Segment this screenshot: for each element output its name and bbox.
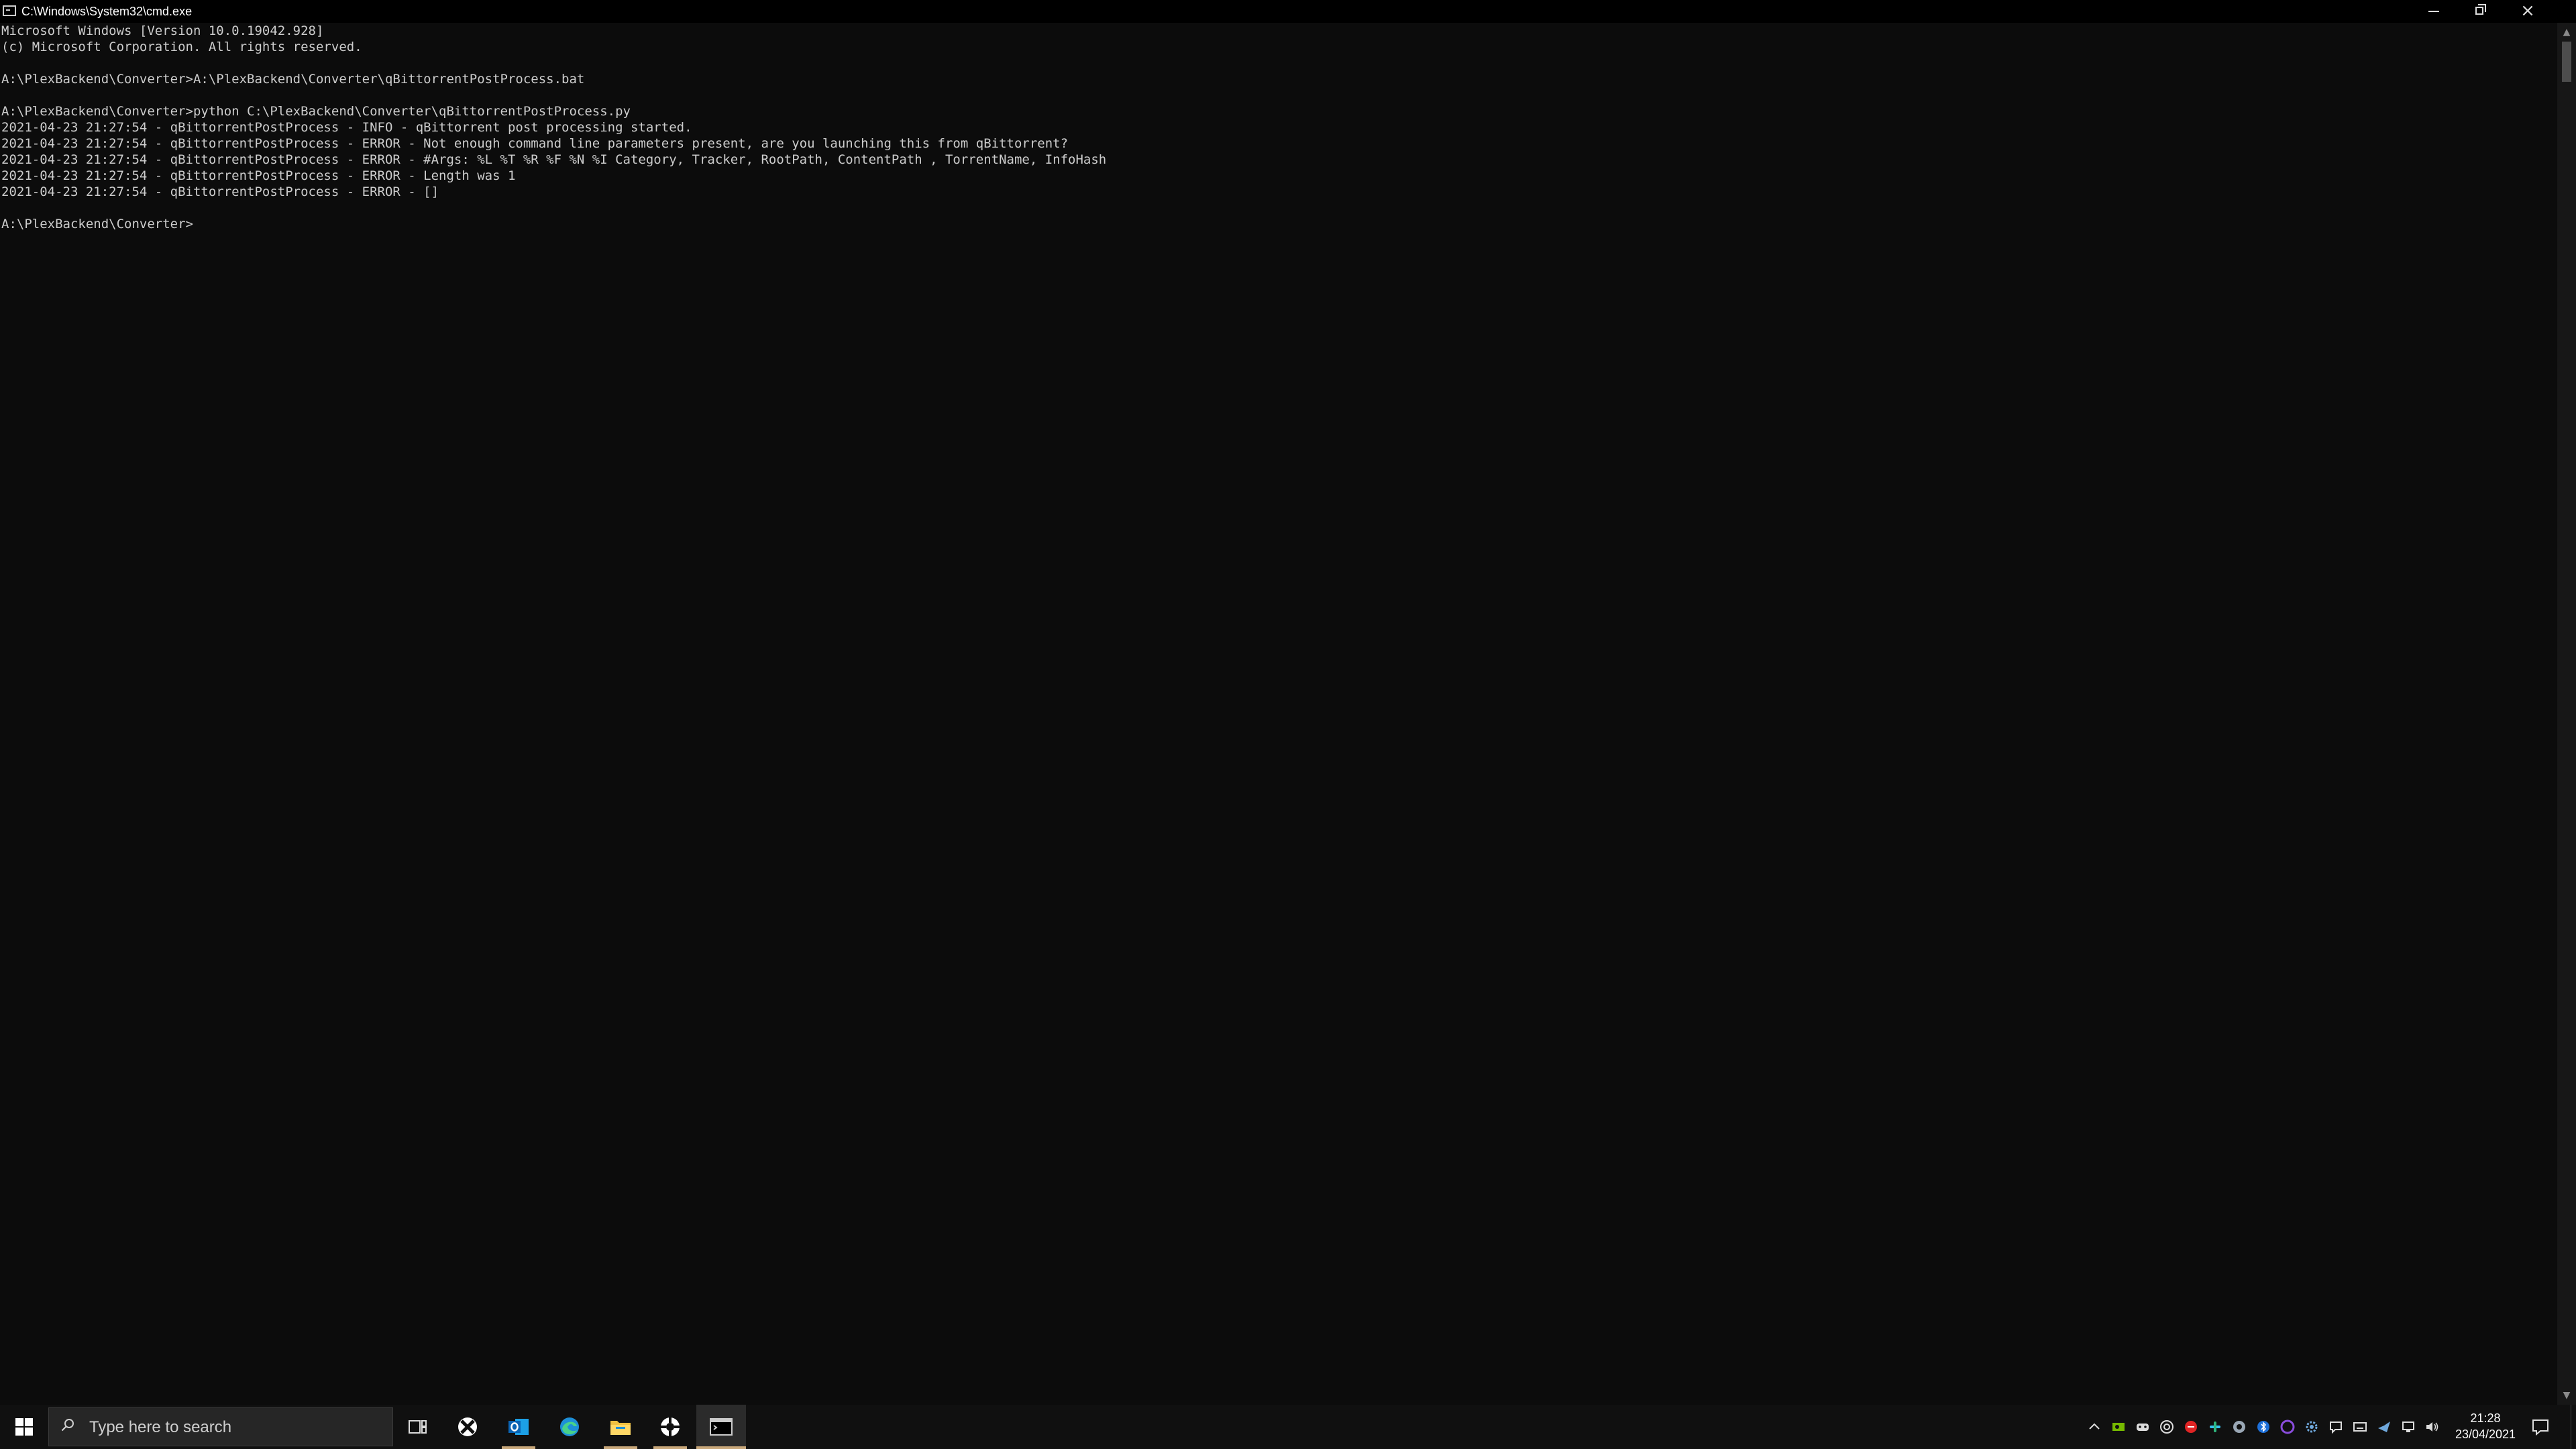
taskbar: 21:28 23/04/2021 <box>0 1405 2576 1449</box>
red-app-icon[interactable] <box>2183 1419 2199 1435</box>
running-indicator <box>696 1446 746 1449</box>
scroll-thumb[interactable] <box>2562 42 2571 82</box>
outlook-icon <box>508 1419 529 1435</box>
generic-app-icon[interactable] <box>2231 1419 2247 1435</box>
xbox-icon <box>458 1417 477 1436</box>
console-line: 2021-04-23 21:27:54 - qBittorrentPostPro… <box>1 184 439 199</box>
task-view-button[interactable] <box>393 1405 443 1449</box>
file-explorer-icon <box>610 1421 631 1435</box>
lifebuoy-icon <box>661 1417 680 1436</box>
taskbar-app-xbox[interactable] <box>443 1405 492 1449</box>
nvidia-icon[interactable] <box>2110 1419 2127 1435</box>
cmd-icon <box>710 1418 733 1436</box>
restore-button[interactable] <box>2457 0 2504 23</box>
clock-date: 23/04/2021 <box>2455 1428 2516 1441</box>
close-button[interactable]: × <box>2504 0 2551 23</box>
scroll-up-arrow[interactable]: ▲ <box>2557 23 2576 42</box>
taskbar-clock[interactable]: 21:28 23/04/2021 <box>2435 1410 2536 1442</box>
console-prompt[interactable]: A:\PlexBackend\Converter> <box>0 216 2557 232</box>
console-output[interactable]: Microsoft Windows [Version 10.0.19042.92… <box>0 23 2557 1405</box>
console-line: 2021-04-23 21:27:54 - qBittorrentPostPro… <box>1 152 1107 167</box>
settings-icon[interactable] <box>2304 1419 2320 1435</box>
gamepad-icon[interactable] <box>2135 1419 2151 1435</box>
window-title: C:\Windows\System32\cmd.exe <box>21 5 193 18</box>
start-button[interactable] <box>0 1405 48 1449</box>
chevron-up-icon[interactable] <box>2086 1419 2102 1435</box>
running-indicator <box>653 1446 687 1449</box>
search-input[interactable] <box>88 1408 386 1447</box>
scroll-down-arrow[interactable]: ▼ <box>2557 1386 2576 1405</box>
console-line: (c) Microsoft Corporation. All rights re… <box>1 40 362 54</box>
purple-app-icon[interactable] <box>2279 1419 2296 1435</box>
notification-center-icon[interactable] <box>2530 1417 2551 1437</box>
minimize-button[interactable] <box>2410 0 2457 23</box>
taskbar-app-edge[interactable] <box>545 1405 594 1449</box>
keyboard-icon[interactable] <box>2352 1419 2368 1435</box>
steam-like-icon[interactable] <box>2159 1419 2175 1435</box>
console-line: Microsoft Windows [Version 10.0.19042.92… <box>1 23 324 38</box>
search-icon <box>61 1419 74 1432</box>
windows-logo-icon <box>15 1418 33 1436</box>
slack-icon[interactable] <box>2207 1419 2223 1435</box>
show-desktop-button[interactable] <box>2571 1405 2576 1449</box>
console-line: 2021-04-23 21:27:54 - qBittorrentPostPro… <box>1 136 1069 151</box>
console-line: 2021-04-23 21:27:54 - qBittorrentPostPro… <box>1 120 692 135</box>
minimize-icon <box>2428 11 2439 12</box>
task-view-icon <box>409 1420 427 1434</box>
console-line: 2021-04-23 21:27:54 - qBittorrentPostPro… <box>1 168 516 183</box>
clock-time: 21:28 <box>2470 1411 2501 1425</box>
taskbar-app-lifebuoy[interactable] <box>645 1405 695 1449</box>
console-line: A:\PlexBackend\Converter>python C:\PlexB… <box>1 104 631 119</box>
restore-icon <box>2475 7 2483 15</box>
running-indicator <box>502 1446 535 1449</box>
search-box[interactable] <box>48 1407 393 1447</box>
taskbar-app-outlook[interactable] <box>494 1405 543 1449</box>
cmd-window-icon[interactable] <box>3 5 16 16</box>
chat-icon[interactable] <box>2328 1419 2344 1435</box>
network-icon[interactable] <box>2400 1419 2416 1435</box>
title-bar[interactable]: C:\Windows\System32\cmd.exe × <box>0 0 2576 23</box>
bluetooth-like-icon[interactable] <box>2255 1419 2271 1435</box>
steam-icon[interactable] <box>2376 1419 2392 1435</box>
running-indicator <box>604 1446 637 1449</box>
edge-icon <box>560 1417 579 1436</box>
close-icon: × <box>2520 1 2535 21</box>
taskbar-app-file-explorer[interactable] <box>596 1405 645 1449</box>
vertical-scrollbar[interactable]: ▲ ▼ <box>2557 23 2576 1405</box>
console-line: A:\PlexBackend\Converter>A:\PlexBackend\… <box>1 72 585 87</box>
taskbar-app-cmd[interactable] <box>696 1405 746 1449</box>
